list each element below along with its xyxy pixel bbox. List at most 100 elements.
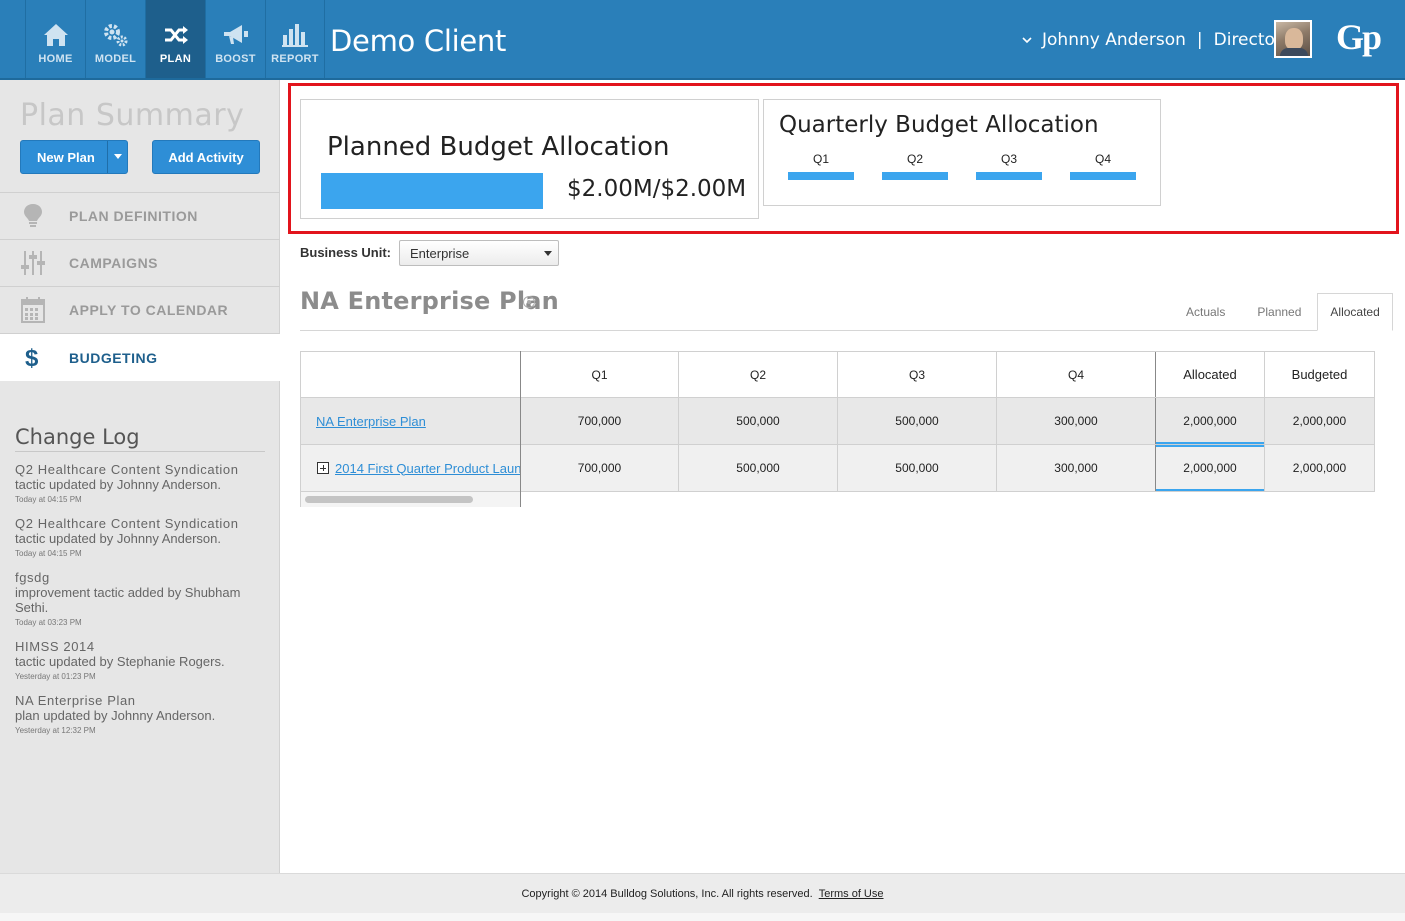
column-header: Allocated <box>1155 352 1264 397</box>
changelog-entry: NA Enterprise Plan plan updated by Johnn… <box>15 693 270 735</box>
lightbulb-icon <box>20 203 46 229</box>
sliders-icon <box>20 250 46 276</box>
grid-data-columns: Q1 Q2 Q3 Q4 Allocated Budgeted 700,000 5… <box>521 351 1375 492</box>
terms-of-use-link[interactable]: Terms of Use <box>819 888 884 900</box>
nav-home[interactable]: HOME <box>25 0 85 78</box>
changelog-entry-desc: tactic updated by Johnny Anderson. <box>15 477 221 492</box>
quarter-label: Q4 <box>1094 152 1111 166</box>
copyright-text: Copyright © 2014 Bulldog Solutions, Inc.… <box>521 887 813 900</box>
column-header: Q1 <box>591 367 608 382</box>
changelog-entry-time: Today at 04:15 PM <box>15 549 82 558</box>
changelog-entry: HIMSS 2014 tactic updated by Stephanie R… <box>15 639 270 681</box>
expand-icon[interactable] <box>317 462 329 474</box>
quarterly-budget-title: Quarterly Budget Allocation <box>779 112 1099 138</box>
changelog-entry-desc: tactic updated by Johnny Anderson. <box>15 531 221 546</box>
sidebar-item-budgeting[interactable]: $ BUDGETING <box>0 333 280 381</box>
tab-planned[interactable]: Planned <box>1241 293 1317 331</box>
table-cell: 300,000 <box>996 445 1155 491</box>
changelog-entry-time: Today at 04:15 PM <box>15 495 82 504</box>
sidebar-item-label: CAMPAIGNS <box>69 255 159 271</box>
changelog-entry-title: NA Enterprise Plan <box>15 693 136 708</box>
table-cell: 700,000 <box>577 414 622 428</box>
row-link[interactable]: 2014 First Quarter Product Launch <box>335 461 520 476</box>
quarter-bar <box>976 172 1042 180</box>
sidebar: Plan Summary New Plan Add Activity PLAN … <box>0 80 280 873</box>
nav-report[interactable]: REPORT <box>265 0 325 78</box>
sidebar-item-plan-definition[interactable]: PLAN DEFINITION <box>0 192 280 239</box>
table-cell: 500,000 <box>678 445 837 491</box>
quarter-label: Q3 <box>1000 152 1017 166</box>
table-cell: 700,000 <box>577 461 622 475</box>
table-cell: 500,000 <box>837 445 996 491</box>
chevron-down-icon[interactable] <box>1022 35 1032 45</box>
nav-boost[interactable]: BOOST <box>205 0 265 78</box>
nav-plan[interactable]: PLAN <box>145 0 205 78</box>
scrollbar-thumb[interactable] <box>305 496 473 503</box>
quarter-bar <box>882 172 948 180</box>
grid-header-row: Q1 Q2 Q3 Q4 Allocated Budgeted <box>521 351 1375 398</box>
table-row: NA Enterprise Plan <box>300 398 520 445</box>
changelog-entry-time: Today at 03:23 PM <box>15 618 82 627</box>
add-activity-button[interactable]: Add Activity <box>152 140 260 174</box>
table-cell: 300,000 <box>996 398 1155 444</box>
avatar[interactable] <box>1274 20 1312 58</box>
nav-model[interactable]: MODEL <box>85 0 145 78</box>
planned-budget-amount: $2.00M/$2.00M <box>567 176 747 202</box>
tab-allocated[interactable]: Allocated <box>1317 293 1393 331</box>
shuffle-icon <box>164 26 188 44</box>
table-cell: 500,000 <box>678 398 837 444</box>
gp-logo: Gp <box>1336 17 1382 57</box>
nav-home-label: HOME <box>38 53 73 65</box>
main-nav: HOME MODEL PLAN BOOST REPORT <box>25 0 325 78</box>
grid-header-row <box>300 351 520 398</box>
sidebar-item-apply-to-calendar[interactable]: APPLY TO CALENDAR <box>0 286 280 333</box>
user-name[interactable]: Johnny Anderson <box>1042 30 1186 50</box>
column-header: Q4 <box>996 352 1155 397</box>
table-cell: 2,000,000 <box>1264 445 1375 491</box>
sidebar-item-campaigns[interactable]: CAMPAIGNS <box>0 239 280 286</box>
allocated-cell[interactable]: 2,000,000 <box>1155 398 1264 444</box>
user-menu[interactable]: Johnny Anderson | Director <box>1022 30 1282 50</box>
business-unit-label: Business Unit: <box>300 245 392 260</box>
planned-budget-bar <box>321 173 543 209</box>
quarter-label: Q1 <box>812 152 829 166</box>
svg-text:$: $ <box>25 345 39 371</box>
budget-grid: NA Enterprise Plan 2014 First Quarter Pr… <box>300 351 1375 507</box>
changelog-entry-time: Yesterday at 12:32 PM <box>15 726 96 735</box>
changelog-entry-time: Yesterday at 01:23 PM <box>15 672 96 681</box>
sidebar-item-label: APPLY TO CALENDAR <box>69 302 229 318</box>
gears-icon <box>103 24 127 47</box>
business-unit-value: Enterprise <box>410 246 470 261</box>
changelog-entry: fgsdg improvement tactic added by Shubha… <box>15 570 270 627</box>
table-cell: 500,000 <box>837 398 996 444</box>
top-bar: HOME MODEL PLAN BOOST REPORT Demo Client… <box>0 0 1405 80</box>
calendar-icon <box>20 297 46 323</box>
new-plan-label: New Plan <box>37 149 95 165</box>
sidebar-item-label: PLAN DEFINITION <box>69 208 198 224</box>
nav-model-label: MODEL <box>94 53 137 65</box>
quarter-item: Q2 <box>882 152 948 180</box>
changelog-list: Q2 Healthcare Content Syndication tactic… <box>15 462 270 747</box>
column-header: Q3 <box>837 352 996 397</box>
horizontal-scrollbar[interactable] <box>300 492 520 507</box>
quarter-bar <box>788 172 854 180</box>
row-link[interactable]: NA Enterprise Plan <box>316 414 426 429</box>
tab-actuals[interactable]: Actuals <box>1170 293 1241 331</box>
caret-down-icon <box>544 251 552 256</box>
allocated-cell[interactable]: 2,000,000 <box>1155 445 1264 491</box>
sidebar-item-label: BUDGETING <box>69 349 158 366</box>
target-icon[interactable] <box>523 296 535 308</box>
quarter-bar <box>1070 172 1136 180</box>
business-unit-select[interactable]: Enterprise <box>399 240 559 266</box>
new-plan-button[interactable]: New Plan <box>20 140 128 174</box>
user-separator: | <box>1196 30 1203 50</box>
table-row: 700,000 500,000 500,000 300,000 2,000,00… <box>521 398 1375 445</box>
table-cell: 2,000,000 <box>1264 398 1375 444</box>
changelog-entry-title: Q2 Healthcare Content Syndication <box>15 516 239 531</box>
new-plan-dropdown[interactable] <box>107 141 127 173</box>
quarter-item: Q3 <box>976 152 1042 180</box>
quarterly-budget-card: Quarterly Budget Allocation Q1 Q2 Q3 Q4 <box>763 99 1161 206</box>
footer-strip <box>0 913 1405 921</box>
client-title: Demo Client <box>330 24 507 58</box>
changelog-entry-title: fgsdg <box>15 570 50 585</box>
